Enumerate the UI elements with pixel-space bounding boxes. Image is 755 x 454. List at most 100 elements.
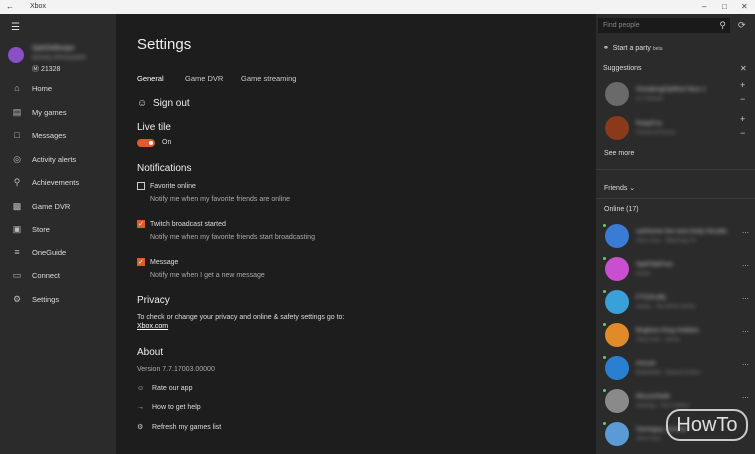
close-icon[interactable]: ✕ xyxy=(740,64,747,73)
maximize-icon[interactable]: □ xyxy=(722,2,727,11)
chevron-down-icon: ⌄ xyxy=(629,185,636,192)
friend-status: Home xyxy=(636,271,651,277)
friend-name: MouseStalk xyxy=(636,393,670,400)
tab-game-streaming[interactable]: Game streaming xyxy=(241,74,296,83)
dismiss-icon[interactable]: − xyxy=(740,128,745,138)
refresh-games-label: Refresh my games list xyxy=(152,424,222,431)
add-friend-icon[interactable]: + xyxy=(740,114,745,124)
dvr-icon: ▩ xyxy=(12,201,22,211)
online-status-icon xyxy=(603,356,606,359)
store-icon: ▣ xyxy=(12,224,22,234)
favorite-online-label: Favorite online xyxy=(150,183,196,190)
sign-out-button[interactable]: ☺ Sign out xyxy=(137,98,190,109)
more-options-icon[interactable]: ⋯ xyxy=(742,229,749,237)
tab-general[interactable]: General xyxy=(137,74,164,83)
rate-our-app-link[interactable]: ☺ Rate our app xyxy=(137,385,192,392)
see-more-link[interactable]: See more xyxy=(604,150,634,157)
friends-label: Friends xyxy=(604,185,628,192)
search-icon[interactable]: ⚲ xyxy=(719,20,726,31)
add-friend-icon[interactable]: + xyxy=(740,80,745,90)
twitch-broadcast-desc: Notify me when my favorite friends start… xyxy=(150,234,315,241)
sidebar-item-store[interactable]: ▣ Store xyxy=(0,220,116,240)
hamburger-menu-icon[interactable]: ☰ xyxy=(11,22,20,33)
gamertag: SplitSeBeepe xyxy=(32,45,75,52)
message-label: Message xyxy=(150,259,179,266)
main-content: Settings General Game DVR Game streaming… xyxy=(116,14,596,454)
favorite-online-desc: Notify me when my favorite friends are o… xyxy=(150,196,291,203)
real-name: Beverly Whiskeyden xyxy=(32,55,87,61)
minimize-icon[interactable]: – xyxy=(702,2,706,11)
window-title: Xbox xyxy=(30,3,46,10)
online-status-icon xyxy=(603,389,606,392)
sidebar-item-label: OneGuide xyxy=(32,248,67,257)
privacy-heading: Privacy xyxy=(137,295,170,306)
sidebar-item-activity-alerts[interactable]: ◎ Activity alerts xyxy=(0,150,116,170)
avatar[interactable] xyxy=(605,224,629,248)
gamerscore-value: 21328 xyxy=(40,66,61,73)
online-status-icon xyxy=(603,290,606,293)
smiley-icon: ☺ xyxy=(137,385,145,392)
suggestion-name: RubyFox xyxy=(636,120,663,127)
how-to-get-help-label: How to get help xyxy=(152,404,201,411)
beta-badge: beta xyxy=(652,46,663,52)
friends-dropdown[interactable]: Friends ⌄ xyxy=(604,184,635,192)
friend-name: SplitTalkFest xyxy=(636,261,673,268)
sidebar-item-home[interactable]: ⌂ Home xyxy=(0,79,116,99)
sidebar-item-connect[interactable]: ▭ Connect xyxy=(0,266,116,286)
tab-game-dvr[interactable]: Game DVR xyxy=(185,74,223,83)
sign-out-label: Sign out xyxy=(153,98,190,109)
messages-icon: □ xyxy=(14,130,20,140)
dismiss-icon[interactable]: − xyxy=(740,94,745,104)
close-window-icon[interactable]: ✕ xyxy=(741,2,748,11)
title-bar: ← Xbox – □ ✕ xyxy=(0,0,755,14)
start-party-button[interactable]: ⚭ Start a party beta xyxy=(603,44,663,52)
friend-name: Brighton King Hobbes xyxy=(636,327,700,334)
avatar[interactable] xyxy=(605,116,629,140)
avatar[interactable] xyxy=(605,422,629,446)
more-options-icon[interactable]: ⋯ xyxy=(742,394,749,402)
sidebar-item-achievements[interactable]: ⚲ Achievements xyxy=(0,173,116,193)
online-status-icon xyxy=(603,323,606,326)
app-version: Version 7.7.17003.00000 xyxy=(137,366,215,373)
sidebar-item-label: Home xyxy=(32,84,53,93)
more-options-icon[interactable]: ⋯ xyxy=(742,262,749,270)
suggestion-name: SneakingOddNut Nice 1 xyxy=(636,86,706,93)
xbox-com-link[interactable]: Xbox.com xyxy=(137,323,168,330)
message-desc: Notify me when I get a new message xyxy=(150,272,265,279)
back-arrow-icon[interactable]: ← xyxy=(6,2,14,11)
rate-our-app-label: Rate our app xyxy=(152,385,193,392)
sidebar-item-oneguide[interactable]: ≡ OneGuide xyxy=(0,243,116,263)
more-options-icon[interactable]: ⋯ xyxy=(742,295,749,303)
divider xyxy=(596,169,755,170)
sidebar-item-label: My games xyxy=(32,108,67,117)
sidebar: ☰ SplitSeBeepe Beverly Whiskeyden Ⓜ 2132… xyxy=(0,14,116,454)
find-people-input[interactable]: Find people ⚲ xyxy=(598,18,730,33)
sidebar-item-my-games[interactable]: ▤ My games xyxy=(0,103,116,123)
friend-status: Xbox One xyxy=(636,436,661,442)
avatar[interactable] xyxy=(605,290,629,314)
message-checkbox[interactable]: ✓ xyxy=(137,258,145,266)
page-title: Settings xyxy=(137,36,192,53)
live-tile-state: On xyxy=(162,139,172,146)
avatar[interactable] xyxy=(605,82,629,106)
twitch-broadcast-checkbox[interactable]: ✓ xyxy=(137,220,145,228)
more-options-icon[interactable]: ⋯ xyxy=(742,361,749,369)
sidebar-item-settings[interactable]: ⚙ Settings xyxy=(0,290,116,310)
live-tile-toggle[interactable] xyxy=(137,139,155,147)
refresh-games-link[interactable]: ⚙ Refresh my games list xyxy=(137,423,221,431)
favorite-online-checkbox[interactable] xyxy=(137,182,145,190)
avatar[interactable] xyxy=(8,47,24,63)
online-count: Online (17) xyxy=(604,206,639,213)
sidebar-item-messages[interactable]: □ Messages xyxy=(0,126,116,146)
avatar[interactable] xyxy=(605,389,629,413)
avatar[interactable] xyxy=(605,323,629,347)
about-heading: About xyxy=(137,347,164,358)
how-to-get-help-link[interactable]: → How to get help xyxy=(137,404,201,411)
sidebar-item-game-dvr[interactable]: ▩ Game DVR xyxy=(0,197,116,217)
person-icon: ☺ xyxy=(137,98,148,109)
more-options-icon[interactable]: ⋯ xyxy=(742,328,749,336)
avatar[interactable] xyxy=(605,356,629,380)
avatar[interactable] xyxy=(605,257,629,281)
refresh-icon[interactable]: ⟳ xyxy=(738,20,746,31)
controller-icon: ⚙ xyxy=(137,424,144,431)
